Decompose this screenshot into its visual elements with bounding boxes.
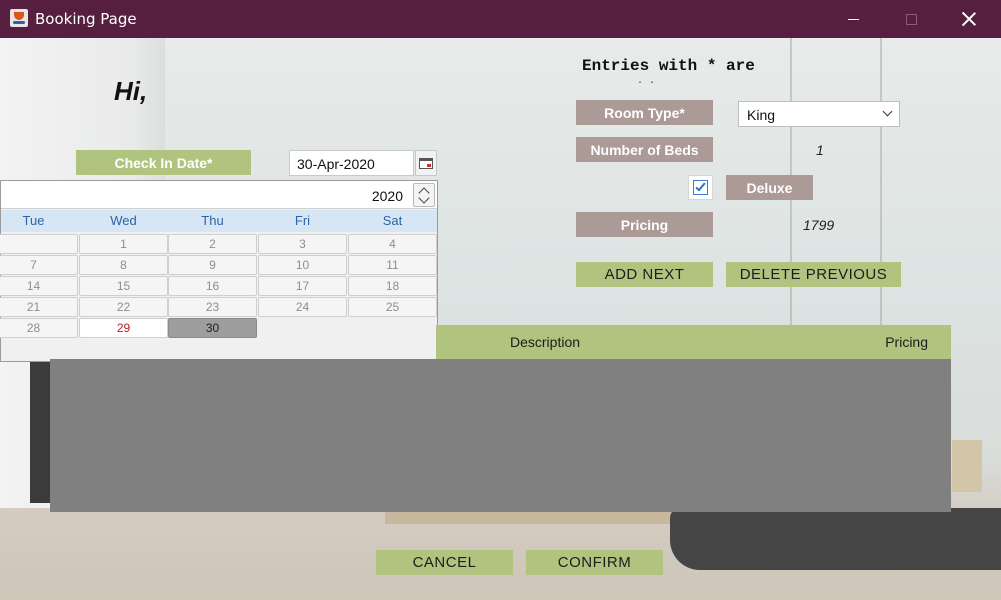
confirm-button[interactable]: CONFIRM — [526, 550, 663, 575]
calendar-day[interactable]: 17 — [258, 276, 347, 296]
background-rug — [670, 508, 1001, 570]
room-type-value: King — [747, 107, 776, 123]
calendar-day[interactable]: 15 — [79, 276, 168, 296]
calendar-day[interactable]: 10 — [258, 255, 347, 275]
close-button[interactable] — [946, 0, 992, 38]
booking-table-body[interactable] — [50, 359, 951, 512]
calendar-day[interactable]: 23 — [168, 297, 257, 317]
calendar-day[interactable]: 7 — [0, 255, 78, 275]
room-type-dropdown[interactable]: King — [738, 101, 900, 127]
booking-content: Hi, Entries with * are . . Check In Date… — [0, 38, 1001, 600]
calendar-day[interactable]: 14 — [0, 276, 78, 296]
weekday-label: Wed — [110, 213, 137, 228]
room-type-label: Room Type* — [576, 100, 713, 125]
calendar-day[interactable]: 18 — [348, 276, 437, 296]
calendar-day[interactable]: 1 — [79, 234, 168, 254]
calendar-day[interactable]: 28 — [0, 318, 78, 338]
weekday-label: Thu — [201, 213, 224, 228]
check-in-date-field[interactable]: 30-Apr-2020 — [289, 150, 414, 176]
booking-table-header: Description Pricing — [436, 325, 951, 359]
background-panel-line — [880, 38, 882, 338]
minimize-button[interactable] — [830, 0, 876, 38]
delete-previous-button[interactable]: DELETE PREVIOUS — [726, 262, 901, 287]
required-fields-notice-overflow: . . — [637, 76, 656, 87]
minimize-icon — [847, 18, 859, 20]
calendar-day[interactable]: 30 — [168, 318, 257, 338]
calendar-icon — [419, 157, 433, 169]
calendar-day[interactable]: 3 — [258, 234, 347, 254]
year-value[interactable]: 2020 — [372, 188, 403, 204]
weekday-label: Sat — [382, 213, 403, 228]
calendar-day[interactable]: 16 — [168, 276, 257, 296]
calendar-day[interactable]: 29 — [79, 318, 168, 338]
check-in-date-label: Check In Date* — [76, 150, 251, 175]
java-app-icon — [10, 9, 28, 27]
close-icon — [962, 12, 976, 26]
year-spinner[interactable] — [413, 183, 435, 207]
calendar-day[interactable]: 22 — [79, 297, 168, 317]
deluxe-checkbox[interactable] — [688, 175, 713, 200]
calendar-day[interactable]: 9 — [168, 255, 257, 275]
deluxe-label: Deluxe — [726, 175, 813, 200]
calendar-day[interactable]: 8 — [79, 255, 168, 275]
required-fields-notice: Entries with * are — [582, 57, 755, 75]
background-nightstand — [952, 440, 982, 492]
add-next-button[interactable]: ADD NEXT — [576, 262, 713, 287]
weekday-label: Tue — [22, 213, 45, 228]
calendar-day[interactable]: 2 — [168, 234, 257, 254]
calendar-day[interactable]: 21 — [0, 297, 78, 317]
pricing-value: 1799 — [803, 217, 835, 233]
weekday-header: Tue Wed Thu Fri Sat — [1, 210, 437, 232]
title-bar: Booking Page — [0, 0, 1001, 38]
calendar-day[interactable]: 25 — [348, 297, 437, 317]
chevron-down-icon — [882, 106, 893, 117]
weekday-label: Fri — [294, 213, 311, 228]
pricing-label: Pricing — [576, 212, 713, 237]
number-of-beds-label: Number of Beds — [576, 137, 713, 162]
background-picture-frame — [30, 358, 52, 503]
check-icon — [695, 180, 706, 192]
window-title: Booking Page — [35, 10, 137, 28]
greeting-text: Hi, — [114, 76, 148, 106]
calendar-day[interactable]: 11 — [348, 255, 437, 275]
maximize-icon — [905, 13, 917, 25]
cancel-button[interactable]: CANCEL — [376, 550, 513, 575]
calendar-day[interactable]: 4 — [348, 234, 437, 254]
maximize-button[interactable] — [888, 0, 934, 38]
column-header-pricing[interactable]: Pricing — [885, 334, 928, 350]
number-of-beds-value: 1 — [816, 142, 824, 158]
date-picker-button[interactable] — [415, 150, 437, 176]
column-header-description[interactable]: Description — [510, 334, 580, 350]
calendar-day[interactable]: 24 — [258, 297, 347, 317]
calendar-day[interactable] — [0, 234, 78, 254]
year-selector: 2020 — [1, 181, 437, 209]
date-picker-popup: 2020 Tue Wed Thu Fri Sat 1 2 3 4 7 8 9 10 11 14 15… — [0, 180, 438, 362]
